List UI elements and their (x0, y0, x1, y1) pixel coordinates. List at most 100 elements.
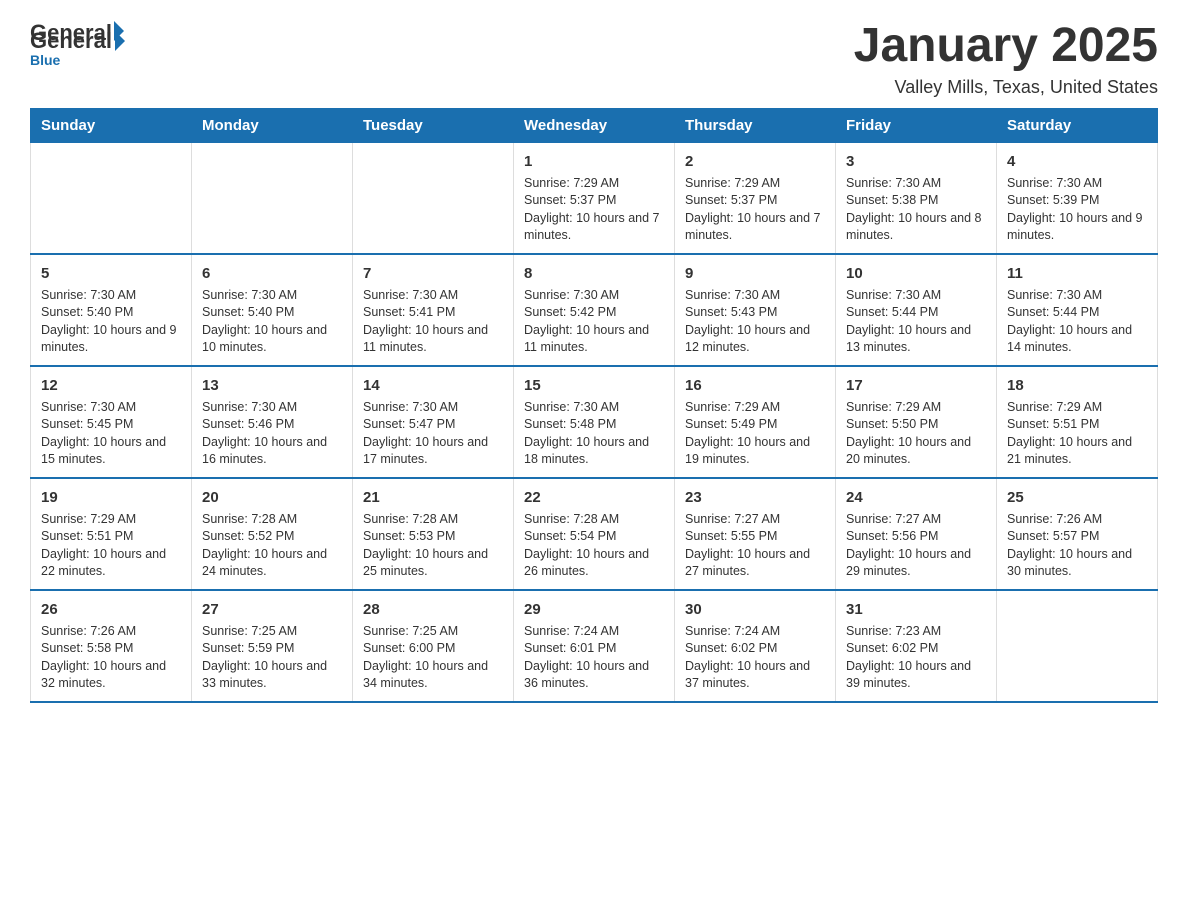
day-info: Sunrise: 7:29 AM Sunset: 5:37 PM Dayligh… (524, 175, 664, 245)
calendar-cell: 5 Sunrise: 7:30 AM Sunset: 5:40 PM Daylig… (31, 254, 192, 366)
day-info: Sunrise: 7:30 AM Sunset: 5:44 PM Dayligh… (1007, 287, 1147, 357)
calendar-week-row: 12 Sunrise: 7:30 AM Sunset: 5:45 PM Dayli… (31, 366, 1158, 478)
day-number: 24 (846, 487, 986, 508)
day-number: 31 (846, 599, 986, 620)
calendar-cell: 29Sunrise: 7:24 AM Sunset: 6:01 PM Dayli… (514, 590, 675, 702)
calendar-cell: 17 Sunrise: 7:29 AM Sunset: 5:50 PM Dayli… (836, 366, 997, 478)
column-header-friday: Friday (836, 108, 997, 142)
calendar-week-row: 5 Sunrise: 7:30 AM Sunset: 5:40 PM Daylig… (31, 254, 1158, 366)
calendar-cell: 25 Sunrise: 7:26 AM Sunset: 5:57 PM Dayli… (997, 478, 1158, 590)
day-info: Sunrise: 7:30 AM Sunset: 5:40 PM Dayligh… (41, 287, 181, 357)
logo-triangle-icon (115, 31, 125, 51)
day-number: 20 (202, 487, 342, 508)
day-number: 5 (41, 263, 181, 284)
day-number: 17 (846, 375, 986, 396)
calendar-cell: 18Sunrise: 7:29 AM Sunset: 5:51 PM Dayli… (997, 366, 1158, 478)
day-info: Sunrise: 7:30 AM Sunset: 5:44 PM Dayligh… (846, 287, 986, 357)
calendar-title: January 2025 (854, 20, 1158, 73)
calendar-cell (997, 590, 1158, 702)
day-number: 6 (202, 263, 342, 284)
day-number: 29 (524, 599, 664, 620)
day-number: 12 (41, 375, 181, 396)
day-info: Sunrise: 7:30 AM Sunset: 5:45 PM Dayligh… (41, 399, 181, 469)
calendar-cell: 6 Sunrise: 7:30 AM Sunset: 5:40 PM Daylig… (192, 254, 353, 366)
day-info: Sunrise: 7:29 AM Sunset: 5:49 PM Dayligh… (685, 399, 825, 469)
calendar-cell: 31Sunrise: 7:23 AM Sunset: 6:02 PM Dayli… (836, 590, 997, 702)
calendar-week-row: 19 Sunrise: 7:29 AM Sunset: 5:51 PM Dayli… (31, 478, 1158, 590)
page-header: General General Blue January 2025 Valley… (30, 20, 1158, 98)
calendar-cell: 9 Sunrise: 7:30 AM Sunset: 5:43 PM Daylig… (675, 254, 836, 366)
day-number: 13 (202, 375, 342, 396)
calendar-week-row: 1Sunrise: 7:29 AM Sunset: 5:37 PM Daylig… (31, 142, 1158, 254)
day-info: Sunrise: 7:30 AM Sunset: 5:39 PM Dayligh… (1007, 175, 1147, 245)
day-number: 8 (524, 263, 664, 284)
calendar-cell (192, 142, 353, 254)
day-info: Sunrise: 7:27 AM Sunset: 5:56 PM Dayligh… (846, 511, 986, 581)
column-header-wednesday: Wednesday (514, 108, 675, 142)
day-info: Sunrise: 7:24 AM Sunset: 6:02 PM Dayligh… (685, 623, 825, 693)
day-number: 30 (685, 599, 825, 620)
day-number: 27 (202, 599, 342, 620)
calendar-cell: 13 Sunrise: 7:30 AM Sunset: 5:46 PM Dayli… (192, 366, 353, 478)
calendar-cell: 1Sunrise: 7:29 AM Sunset: 5:37 PM Daylig… (514, 142, 675, 254)
calendar-table: SundayMondayTuesdayWednesdayThursdayFrid… (30, 108, 1158, 703)
calendar-cell: 27Sunrise: 7:25 AM Sunset: 5:59 PM Dayli… (192, 590, 353, 702)
logo-tagline: Blue (30, 52, 60, 68)
day-number: 2 (685, 151, 825, 172)
calendar-cell (353, 142, 514, 254)
day-number: 3 (846, 151, 986, 172)
calendar-cell: 23Sunrise: 7:27 AM Sunset: 5:55 PM Dayli… (675, 478, 836, 590)
day-number: 4 (1007, 151, 1147, 172)
calendar-cell: 20 Sunrise: 7:28 AM Sunset: 5:52 PM Dayli… (192, 478, 353, 590)
column-header-monday: Monday (192, 108, 353, 142)
day-info: Sunrise: 7:26 AM Sunset: 5:58 PM Dayligh… (41, 623, 181, 693)
calendar-cell: 30 Sunrise: 7:24 AM Sunset: 6:02 PM Dayli… (675, 590, 836, 702)
day-number: 16 (685, 375, 825, 396)
day-info: Sunrise: 7:26 AM Sunset: 5:57 PM Dayligh… (1007, 511, 1147, 581)
calendar-cell: 26 Sunrise: 7:26 AM Sunset: 5:58 PM Dayli… (31, 590, 192, 702)
day-info: Sunrise: 7:30 AM Sunset: 5:43 PM Dayligh… (685, 287, 825, 357)
calendar-cell: 28 Sunrise: 7:25 AM Sunset: 6:00 PM Dayli… (353, 590, 514, 702)
day-info: Sunrise: 7:28 AM Sunset: 5:53 PM Dayligh… (363, 511, 503, 581)
day-info: Sunrise: 7:28 AM Sunset: 5:54 PM Dayligh… (524, 511, 664, 581)
calendar-cell: 21 Sunrise: 7:28 AM Sunset: 5:53 PM Dayli… (353, 478, 514, 590)
calendar-week-row: 26 Sunrise: 7:26 AM Sunset: 5:58 PM Dayli… (31, 590, 1158, 702)
calendar-cell: 10 Sunrise: 7:30 AM Sunset: 5:44 PM Dayli… (836, 254, 997, 366)
day-number: 25 (1007, 487, 1147, 508)
day-number: 28 (363, 599, 503, 620)
column-header-saturday: Saturday (997, 108, 1158, 142)
column-header-thursday: Thursday (675, 108, 836, 142)
day-info: Sunrise: 7:29 AM Sunset: 5:37 PM Dayligh… (685, 175, 825, 245)
calendar-cell: 2 Sunrise: 7:29 AM Sunset: 5:37 PM Daylig… (675, 142, 836, 254)
day-info: Sunrise: 7:28 AM Sunset: 5:52 PM Dayligh… (202, 511, 342, 581)
calendar-cell: 8 Sunrise: 7:30 AM Sunset: 5:42 PM Daylig… (514, 254, 675, 366)
column-header-tuesday: Tuesday (353, 108, 514, 142)
calendar-header-row: SundayMondayTuesdayWednesdayThursdayFrid… (31, 108, 1158, 142)
day-info: Sunrise: 7:29 AM Sunset: 5:51 PM Dayligh… (41, 511, 181, 581)
day-number: 9 (685, 263, 825, 284)
day-number: 7 (363, 263, 503, 284)
calendar-cell: 14Sunrise: 7:30 AM Sunset: 5:47 PM Dayli… (353, 366, 514, 478)
calendar-subtitle: Valley Mills, Texas, United States (854, 77, 1158, 98)
calendar-cell: 7Sunrise: 7:30 AM Sunset: 5:41 PM Daylig… (353, 254, 514, 366)
day-number: 18 (1007, 375, 1147, 396)
day-info: Sunrise: 7:25 AM Sunset: 6:00 PM Dayligh… (363, 623, 503, 693)
day-number: 22 (524, 487, 664, 508)
logo-general2: General (30, 28, 112, 54)
day-number: 19 (41, 487, 181, 508)
day-info: Sunrise: 7:30 AM Sunset: 5:46 PM Dayligh… (202, 399, 342, 469)
day-number: 26 (41, 599, 181, 620)
day-info: Sunrise: 7:30 AM Sunset: 5:47 PM Dayligh… (363, 399, 503, 469)
calendar-cell: 24 Sunrise: 7:27 AM Sunset: 5:56 PM Dayli… (836, 478, 997, 590)
day-info: Sunrise: 7:30 AM Sunset: 5:42 PM Dayligh… (524, 287, 664, 357)
logo: General General Blue (30, 20, 125, 68)
calendar-cell: 15Sunrise: 7:30 AM Sunset: 5:48 PM Dayli… (514, 366, 675, 478)
calendar-cell: 12 Sunrise: 7:30 AM Sunset: 5:45 PM Dayli… (31, 366, 192, 478)
day-info: Sunrise: 7:30 AM Sunset: 5:40 PM Dayligh… (202, 287, 342, 357)
day-number: 21 (363, 487, 503, 508)
day-number: 10 (846, 263, 986, 284)
day-info: Sunrise: 7:29 AM Sunset: 5:50 PM Dayligh… (846, 399, 986, 469)
day-number: 15 (524, 375, 664, 396)
calendar-cell: 3Sunrise: 7:30 AM Sunset: 5:38 PM Daylig… (836, 142, 997, 254)
calendar-cell: 11Sunrise: 7:30 AM Sunset: 5:44 PM Dayli… (997, 254, 1158, 366)
